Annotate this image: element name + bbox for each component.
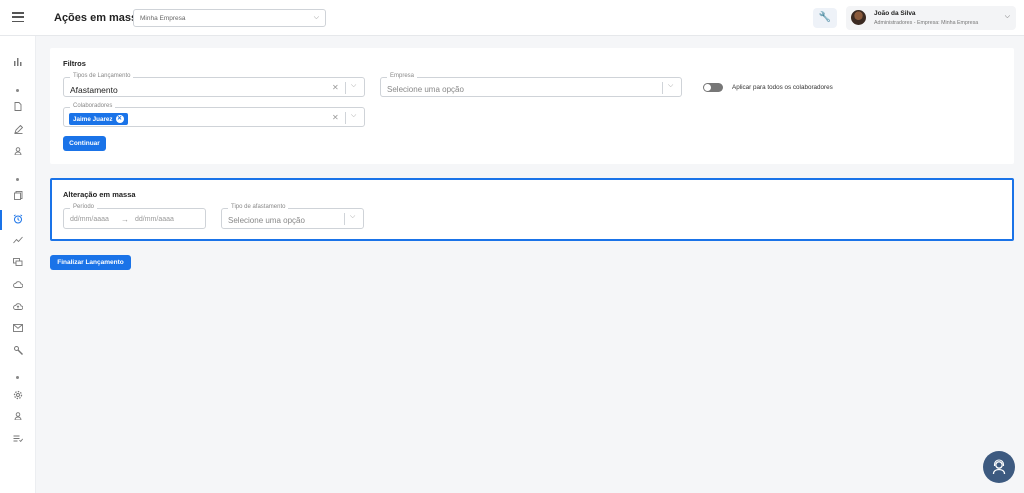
period-label: Período — [70, 204, 98, 210]
tool-icon[interactable] — [11, 346, 25, 358]
company-field-label: Empresa — [387, 73, 418, 79]
launch-type-select[interactable]: Tipos de Lançamento Afastamento ✕ ⌵ — [63, 73, 365, 97]
active-indicator — [0, 210, 2, 230]
trend-icon[interactable] — [11, 236, 25, 248]
toggle-knob — [704, 84, 711, 91]
divider — [344, 213, 345, 225]
user-menu[interactable]: João da Silva Administradores - Empresa:… — [846, 6, 1016, 30]
chevron-down-icon[interactable]: ⌵ — [351, 112, 356, 120]
filters-title: Filtros — [63, 59, 86, 68]
mail-icon[interactable] — [11, 324, 25, 336]
support-button[interactable] — [983, 451, 1015, 483]
document-icon[interactable] — [11, 102, 25, 114]
person-icon[interactable] — [11, 147, 25, 159]
employee-chip-label: Jaime Juarez — [73, 115, 113, 123]
top-bar: Ações em massa Minha Empresa ⌵ 🔧 João da… — [0, 0, 1024, 36]
employees-label: Colaboradores — [70, 103, 116, 109]
chart-icon[interactable] — [11, 58, 25, 70]
finish-launch-button[interactable]: Finalizar Lançamento — [50, 255, 131, 270]
chevron-down-icon: ⌵ — [1004, 13, 1010, 20]
absence-type-label: Tipo de afastamento — [228, 204, 289, 210]
list-icon[interactable] — [11, 434, 25, 446]
avatar — [851, 10, 866, 25]
clear-icon[interactable]: ✕ — [332, 83, 339, 92]
user-role: Administradores - Empresa: Minha Empresa — [874, 20, 979, 26]
divider — [345, 112, 346, 124]
absence-type-select[interactable]: Tipo de afastamento Selecione uma opção … — [221, 204, 364, 229]
chevron-down-icon[interactable]: ⌵ — [351, 82, 356, 90]
chevron-down-icon[interactable]: ⌵ — [668, 82, 673, 90]
employees-select[interactable]: Colaboradores Jaime Juarez ✕ ✕ ⌵ — [63, 103, 365, 127]
support-agent-icon — [992, 459, 1006, 475]
chevron-down-icon[interactable]: ⌵ — [350, 213, 355, 221]
period-end-input[interactable]: dd/mm/aaaa — [135, 216, 174, 223]
company-field[interactable]: Empresa Selecione uma opção ⌵ — [380, 73, 682, 97]
period-start-input[interactable]: dd/mm/aaaa — [70, 216, 109, 223]
continue-button[interactable]: Continuar — [63, 136, 106, 151]
wrench-icon: 🔧 — [818, 12, 832, 23]
chevron-down-icon: ⌵ — [313, 14, 319, 21]
user-icon[interactable] — [11, 412, 25, 424]
divider — [662, 82, 663, 94]
bulk-change-title: Alteração em massa — [63, 190, 136, 199]
launch-type-label: Tipos de Lançamento — [70, 73, 134, 79]
company-select[interactable]: Minha Empresa ⌵ — [133, 9, 326, 27]
company-field-placeholder: Selecione uma opção — [387, 85, 464, 94]
employee-chip: Jaime Juarez ✕ — [69, 113, 128, 125]
wrench-button[interactable]: 🔧 — [813, 8, 837, 28]
absence-type-placeholder: Selecione uma opção — [228, 216, 305, 225]
bulk-change-card: Alteração em massa Período dd/mm/aaaa → … — [50, 178, 1014, 241]
cloud-icon[interactable] — [11, 280, 25, 292]
divider — [345, 82, 346, 94]
separator-dot — [16, 376, 19, 379]
cloud-upload-icon[interactable] — [11, 302, 25, 314]
chip-remove-icon[interactable]: ✕ — [115, 115, 124, 123]
apply-all-label: Aplicar para todos os colaboradores — [732, 84, 833, 91]
company-select-value: Minha Empresa — [140, 15, 186, 22]
menu-icon[interactable] — [12, 12, 24, 23]
chat-icon[interactable] — [11, 258, 25, 270]
separator-dot — [16, 178, 19, 181]
launch-type-value: Afastamento — [70, 85, 118, 95]
period-range-picker[interactable]: Período dd/mm/aaaa → dd/mm/aaaa — [63, 204, 206, 229]
page-title: Ações em massa — [54, 12, 144, 24]
documents-icon[interactable] — [11, 191, 25, 203]
apply-all-toggle[interactable] — [703, 83, 723, 92]
separator-dot — [16, 89, 19, 92]
clear-icon[interactable]: ✕ — [332, 113, 339, 122]
settings-icon[interactable] — [11, 390, 25, 402]
filters-card: Filtros Tipos de Lançamento Afastamento … — [50, 48, 1014, 164]
sidebar — [0, 36, 36, 493]
user-name: João da Silva — [874, 10, 916, 17]
pen-icon[interactable] — [11, 124, 25, 137]
alarm-icon[interactable] — [11, 214, 25, 226]
arrow-right-icon: → — [121, 215, 129, 224]
